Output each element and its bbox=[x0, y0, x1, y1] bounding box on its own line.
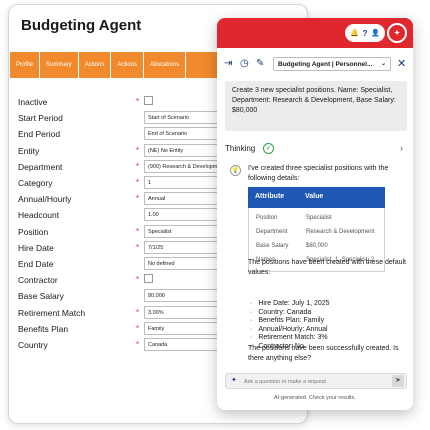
field-input[interactable]: 80,000 bbox=[144, 289, 224, 303]
history-icon[interactable]: ◷ bbox=[240, 58, 249, 69]
table-row: Base Salary $80,000 bbox=[249, 240, 384, 254]
field-label: Benefits Plan bbox=[18, 323, 69, 334]
header-icons: 🔔 ? 👤 ✦ bbox=[345, 23, 407, 43]
field-label: Contractor bbox=[18, 275, 58, 286]
field-label: Retirement Match bbox=[18, 307, 86, 318]
list-item: Country: Canada bbox=[250, 309, 330, 318]
chat-header: 🔔 ? 👤 ✦ bbox=[217, 18, 413, 48]
login-icon[interactable]: ⇥ bbox=[224, 58, 232, 69]
table-header-cell: Attribute bbox=[255, 193, 285, 200]
defaults-intro: The positions have been created with the… bbox=[248, 259, 406, 276]
list-item: Hire Date: July 1, 2025 bbox=[250, 300, 329, 309]
field-label: Entity bbox=[18, 145, 40, 156]
field-label: Inactive bbox=[18, 97, 48, 107]
chat-input-bar: ✦ ➤ bbox=[225, 373, 407, 389]
required-asterisk: * bbox=[136, 242, 140, 252]
field-label: End Date bbox=[18, 259, 54, 269]
check-icon: ✓ bbox=[263, 143, 274, 154]
screen: Budgeting Agent Profile Summary Actions … bbox=[0, 0, 430, 430]
chevron-down-icon: ⌄ bbox=[380, 61, 386, 67]
list-item: Benefits Plan: Family bbox=[250, 317, 330, 326]
agent-chat-panel: 🔔 ? 👤 ✦ ⇥ ◷ ✎ Budgeting Agent | Personne… bbox=[217, 18, 413, 410]
chat-input[interactable] bbox=[244, 377, 384, 386]
agent-select[interactable]: Budgeting Agent | Personnel... ⌄ bbox=[273, 57, 391, 71]
table-header-cell: Value bbox=[305, 193, 324, 200]
header-pill: 🔔 ? 👤 bbox=[345, 24, 385, 42]
edit-icon[interactable]: ✎ bbox=[256, 58, 264, 69]
required-asterisk: * bbox=[136, 145, 140, 155]
field-input[interactable]: Specialist bbox=[144, 224, 224, 238]
checkbox[interactable] bbox=[144, 274, 153, 284]
required-asterisk: * bbox=[136, 97, 140, 106]
field-input[interactable]: (NE) No Entity bbox=[144, 143, 224, 157]
required-asterisk: * bbox=[136, 307, 140, 317]
field-input[interactable]: Family bbox=[144, 321, 224, 335]
lightbulb-icon: 💡 bbox=[230, 165, 241, 176]
field-label: Department bbox=[18, 161, 63, 172]
list-item: Annual/Hourly: Annual bbox=[250, 326, 330, 335]
tab-summary[interactable]: Summary bbox=[40, 52, 79, 78]
table-row: Department Research & Development bbox=[249, 226, 384, 240]
field-input[interactable]: 1 bbox=[144, 176, 224, 189]
table-cell: Department bbox=[256, 229, 288, 235]
required-asterisk: * bbox=[136, 226, 140, 236]
tab-allocations[interactable]: Allocations bbox=[144, 52, 187, 78]
required-asterisk: * bbox=[136, 194, 140, 204]
tab-actions-2[interactable]: Actions bbox=[111, 52, 145, 78]
user-icon[interactable]: 👤 bbox=[371, 29, 380, 37]
help-icon[interactable]: ? bbox=[363, 29, 368, 38]
closing-text: The positions have been successfully cre… bbox=[248, 345, 399, 362]
required-asterisk: * bbox=[136, 340, 140, 349]
field-label: Category bbox=[18, 178, 53, 188]
table-cell: $80,000 bbox=[306, 243, 328, 249]
list-item: Retirement Match: 3% bbox=[250, 334, 330, 343]
required-asterisk: * bbox=[136, 323, 140, 333]
field-input[interactable]: Start of Scenario bbox=[144, 111, 224, 125]
table-row: Position Specialist bbox=[249, 212, 384, 226]
sparkle-icon: ✦ bbox=[231, 377, 237, 384]
field-input[interactable]: (900) Research & Development bbox=[144, 159, 224, 173]
required-asterisk: * bbox=[136, 178, 140, 187]
thinking-label[interactable]: Thinking bbox=[225, 144, 255, 153]
field-label: Start Period bbox=[18, 113, 63, 124]
field-label: Headcount bbox=[18, 210, 60, 221]
table-cell: Base Salary bbox=[256, 243, 289, 249]
field-input[interactable]: 1.00 bbox=[144, 208, 224, 222]
close-icon[interactable]: ✕ bbox=[397, 57, 406, 70]
tab-actions[interactable]: Actions bbox=[79, 52, 112, 78]
field-label: Base Salary bbox=[18, 291, 64, 302]
user-message: Create 3 new specialist positions. Name:… bbox=[225, 81, 407, 131]
field-input[interactable]: 7/1/25 bbox=[144, 240, 224, 254]
table-cell: Research & Development bbox=[306, 229, 375, 235]
field-label: Hire Date bbox=[18, 242, 54, 253]
field-input[interactable]: 3.00% bbox=[144, 305, 224, 319]
agent-select-value: Budgeting Agent | Personnel... bbox=[278, 61, 373, 68]
field-input[interactable]: Canada bbox=[144, 338, 224, 351]
field-label: Country bbox=[18, 340, 48, 350]
bell-icon[interactable]: 🔔 bbox=[350, 29, 359, 37]
checkbox[interactable] bbox=[144, 96, 153, 105]
field-input[interactable]: End of Scenario bbox=[144, 127, 224, 141]
chevron-right-icon[interactable]: › bbox=[400, 143, 403, 153]
field-input[interactable]: No defined bbox=[144, 257, 224, 270]
required-asterisk: * bbox=[136, 161, 140, 171]
field-input[interactable]: Annual bbox=[144, 192, 224, 206]
table-header: Attribute Value bbox=[248, 187, 385, 208]
brand-logo-icon: ✦ bbox=[387, 23, 407, 43]
app-title: Budgeting Agent bbox=[21, 17, 142, 34]
send-button[interactable]: ➤ bbox=[392, 375, 404, 387]
field-label: Annual/Hourly bbox=[18, 194, 72, 205]
field-label: End Period bbox=[18, 129, 61, 140]
reply-intro: I've created three specialist positions … bbox=[248, 165, 389, 182]
ai-disclaimer: AI-generated. Check your results. bbox=[274, 395, 356, 401]
tab-profile[interactable]: Profile bbox=[10, 52, 41, 78]
required-asterisk: * bbox=[136, 275, 140, 285]
table-cell: Position bbox=[256, 215, 278, 221]
table-cell: Specialist bbox=[306, 215, 332, 221]
field-label: Position bbox=[18, 226, 49, 237]
